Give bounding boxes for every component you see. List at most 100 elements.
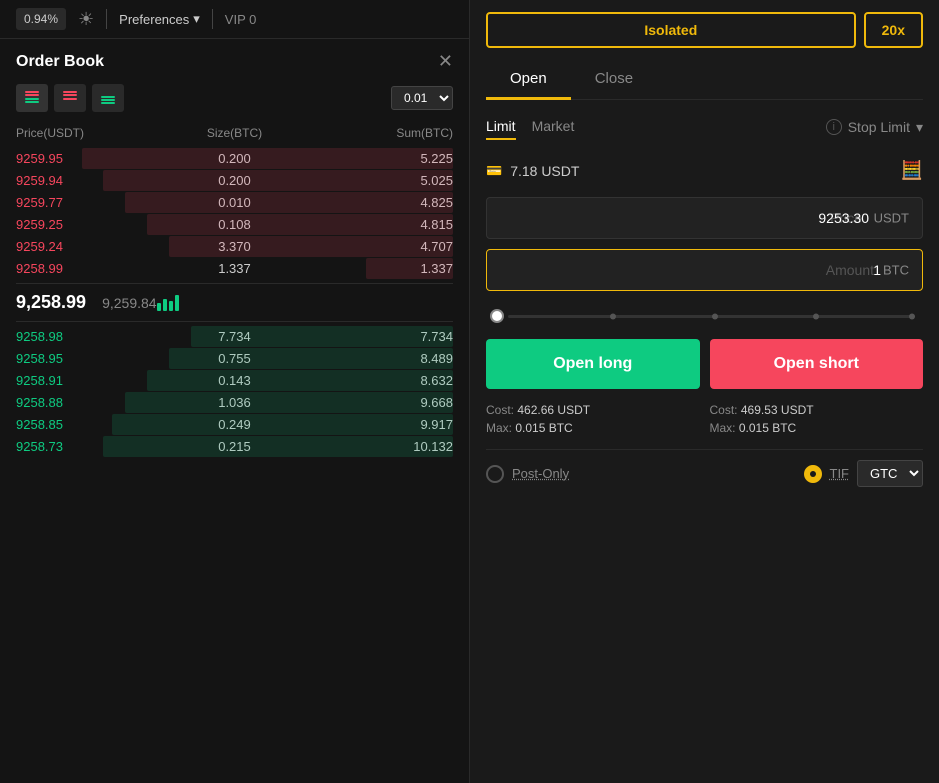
balance-row: 💳 7.18 USDT 🧮 [486, 154, 923, 187]
options-row: Post-Only TIF GTC IOC FOK [486, 449, 923, 497]
slider-row [486, 309, 923, 323]
leverage-button[interactable]: 20x [864, 12, 923, 48]
calculator-icon[interactable]: 🧮 [901, 160, 923, 181]
cost-short-value: 469.53 USDT [741, 403, 814, 417]
mid-ref-price: 9,259.84 [102, 295, 157, 311]
slider-thumb-circle [490, 309, 504, 323]
price-col-header: Price(USDT) [16, 126, 162, 140]
slider-mark-75 [813, 313, 819, 319]
bg-bar [169, 236, 453, 257]
bg-bar [103, 170, 453, 191]
table-row[interactable]: 9258.91 0.143 8.632 [16, 370, 453, 391]
order-book-container: Order Book ✕ [0, 39, 469, 783]
table-row[interactable]: 9258.95 0.755 8.489 [16, 348, 453, 369]
cost-long-value: 462.66 USDT [517, 403, 590, 417]
order-type-row: Limit Market i Stop Limit ▾ [486, 114, 923, 140]
post-only-radio[interactable] [486, 465, 504, 483]
table-row[interactable]: 9258.88 1.036 9.668 [16, 392, 453, 413]
market-type-button[interactable]: Market [532, 114, 575, 140]
slider-mark-25 [610, 313, 616, 319]
view-icons [16, 84, 124, 112]
open-long-button[interactable]: Open long [486, 339, 700, 389]
size-col-header: Size(BTC) [162, 126, 308, 140]
stop-limit-button[interactable]: i Stop Limit ▾ [826, 119, 923, 136]
table-row[interactable]: 9258.85 0.249 9.917 [16, 414, 453, 435]
table-row[interactable]: 9258.73 0.215 10.132 [16, 436, 453, 457]
tif-radio[interactable] [804, 465, 822, 483]
order-book-controls: 0.01 0.1 1 [16, 84, 453, 112]
sun-icon[interactable]: ☀ [78, 9, 94, 30]
bar3 [169, 301, 173, 311]
bg-bar [103, 436, 453, 457]
bid-price: 9258.98 [16, 329, 162, 344]
amount-unit: BTC [883, 263, 909, 278]
preferences-label: Preferences [119, 12, 189, 27]
cost-row: Cost: 462.66 USDT Cost: 469.53 USDT [486, 403, 923, 417]
mid-price: 9,258.99 [16, 292, 86, 313]
limit-type-button[interactable]: Limit [486, 114, 516, 140]
tab-open[interactable]: Open [486, 60, 571, 100]
bar4 [175, 295, 179, 311]
chevron-stop-icon: ▾ [916, 119, 923, 136]
bar-chart [157, 295, 179, 311]
decimal-select[interactable]: 0.01 0.1 1 [391, 86, 453, 110]
cost-long: Cost: 462.66 USDT [486, 403, 700, 417]
tif-group: TIF GTC IOC FOK [804, 460, 924, 487]
bg-bar [112, 414, 453, 435]
table-row[interactable]: 9258.99 1.337 1.337 [16, 258, 453, 279]
view-bids-button[interactable] [92, 84, 124, 112]
bg-bar [147, 214, 453, 235]
bg-bar [82, 148, 453, 169]
percent-badge: 0.94% [16, 8, 66, 30]
ask-price: 9259.25 [16, 217, 162, 232]
price-value: 9253.30 [818, 210, 869, 226]
open-short-button[interactable]: Open short [710, 339, 924, 389]
table-row[interactable]: 9259.24 3.370 4.707 [16, 236, 453, 257]
tif-label: TIF [830, 466, 850, 481]
max-long: Max: 0.015 BTC [486, 421, 700, 435]
post-only-option[interactable]: Post-Only [486, 465, 569, 483]
price-input-row: 9253.30 USDT [486, 197, 923, 239]
slider-mark-100 [909, 313, 915, 319]
post-only-label: Post-Only [512, 466, 569, 481]
sum-col-header: Sum(BTC) [307, 126, 453, 140]
bar1 [157, 303, 161, 311]
table-row[interactable]: 9259.25 0.108 4.815 [16, 214, 453, 235]
vip-badge: VIP 0 [225, 12, 257, 27]
bg-bar [125, 192, 453, 213]
bg-bar [169, 348, 453, 369]
bg-bar [191, 326, 453, 347]
info-icon: i [826, 119, 842, 135]
bg-bar [125, 392, 453, 413]
bar2 [163, 299, 167, 311]
slider-mark-50 [712, 313, 718, 319]
max-short-label: Max: [710, 421, 736, 435]
amount-input[interactable] [486, 249, 923, 291]
tif-select[interactable]: GTC IOC FOK [857, 460, 923, 487]
slider-track [508, 315, 915, 318]
price-unit: USDT [874, 211, 909, 226]
table-row[interactable]: 9258.98 7.734 7.734 [16, 326, 453, 347]
card-icon: 💳 [486, 163, 502, 179]
amount-value: 1 [873, 262, 881, 278]
isolated-mode-button[interactable]: Isolated [486, 12, 856, 48]
mid-price-row: 9,258.99 9,259.84 [16, 283, 453, 322]
order-book-title: Order Book [16, 53, 104, 71]
max-long-value: 0.015 BTC [515, 421, 572, 435]
chevron-down-icon: ▾ [193, 11, 200, 27]
table-row[interactable]: 9259.95 0.200 5.225 [16, 148, 453, 169]
bid-price: 9258.95 [16, 351, 162, 366]
balance-amount: 7.18 USDT [510, 163, 579, 179]
preferences-button[interactable]: Preferences ▾ [119, 11, 200, 27]
close-button[interactable]: ✕ [438, 51, 453, 72]
order-book-header: Order Book ✕ [16, 51, 453, 72]
open-close-tabs: Open Close [486, 60, 923, 100]
view-asks-button[interactable] [54, 84, 86, 112]
bids-view-icon [99, 89, 117, 107]
view-both-button[interactable] [16, 84, 48, 112]
table-row[interactable]: 9259.94 0.200 5.025 [16, 170, 453, 191]
table-row[interactable]: 9259.77 0.010 4.825 [16, 192, 453, 213]
tab-close[interactable]: Close [571, 60, 657, 100]
divider [106, 9, 107, 29]
top-bar: 0.94% ☀ Preferences ▾ VIP 0 [0, 0, 469, 39]
